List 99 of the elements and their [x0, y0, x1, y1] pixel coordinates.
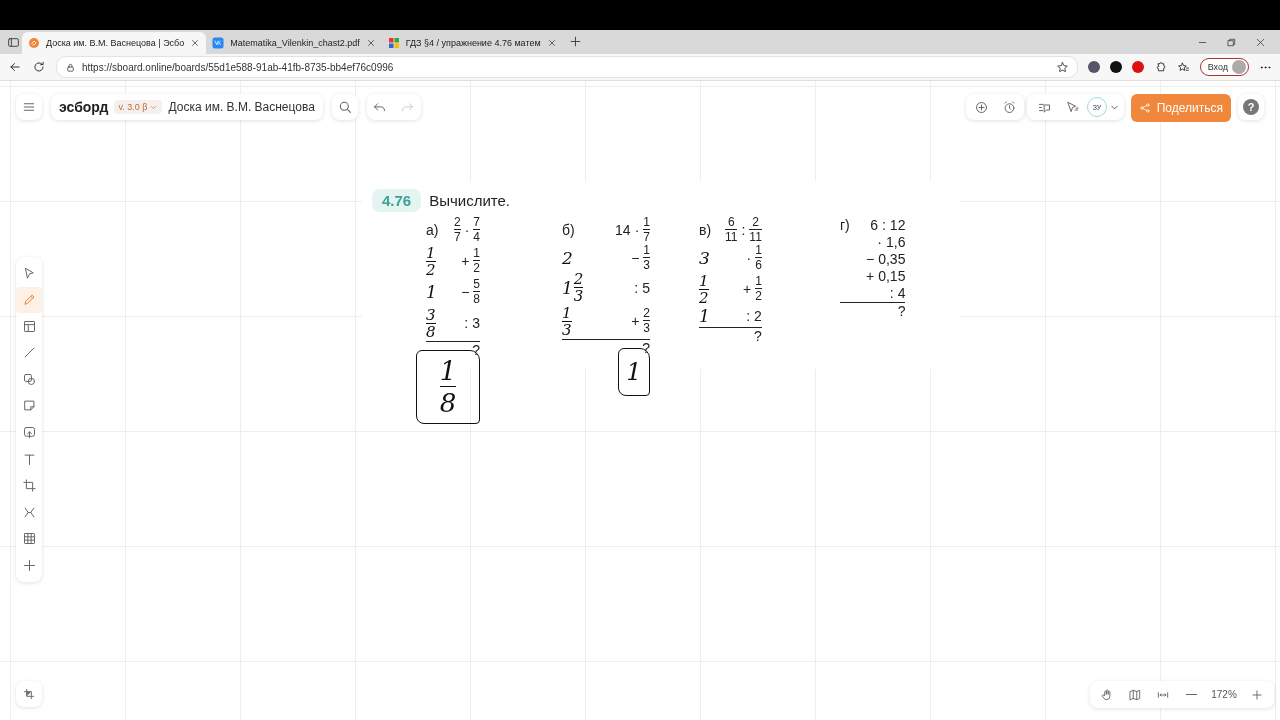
item-label: в) — [699, 222, 713, 238]
close-icon[interactable] — [365, 38, 376, 48]
operator: · — [746, 250, 752, 266]
help-button[interactable]: ? — [1243, 99, 1259, 115]
operator: : — [464, 315, 469, 331]
shapes-icon — [21, 371, 37, 387]
sidebar-icon[interactable] — [6, 35, 20, 49]
vk-logo-icon — [212, 37, 225, 49]
handwritten-number: 1 — [699, 306, 710, 326]
item-label: б) — [562, 222, 576, 238]
extension-icon[interactable] — [1087, 61, 1100, 73]
operator: · — [634, 222, 640, 238]
operator: + — [461, 253, 470, 269]
sticky-note-icon — [21, 398, 37, 414]
extension-icon[interactable] — [1109, 61, 1122, 73]
operator: − — [631, 250, 640, 266]
handwritten-fraction: 1 3 — [562, 306, 572, 338]
operator: + — [742, 281, 752, 297]
tab-title: Matematika_Vilenkin_chast2.pdf — [230, 38, 360, 48]
handwritten-number: 3 — [699, 248, 710, 268]
version-badge[interactable]: v. 3.0 β — [114, 100, 163, 114]
operator: · — [464, 222, 470, 238]
fraction: 1 3 — [643, 244, 650, 272]
number: 1,6 — [885, 233, 906, 250]
browser-tab[interactable]: ГДЗ §4 / упражнение 4.76 матем — [381, 32, 563, 54]
operator: · — [877, 233, 882, 250]
fraction: 2 7 — [453, 216, 461, 244]
handwritten-number: 2 — [562, 248, 573, 268]
number: 3 — [472, 315, 480, 331]
minus-icon — [1185, 693, 1197, 696]
fraction: 2 3 — [643, 307, 650, 335]
handwritten-fraction: 1 2 — [699, 274, 709, 306]
frame-icon — [21, 478, 37, 494]
restore-icon[interactable] — [1226, 36, 1237, 48]
exercise-number: 4.76 — [372, 189, 422, 212]
zoom-level: 172% — [1210, 689, 1238, 700]
star-icon[interactable] — [1055, 60, 1069, 74]
handwritten-fraction: 3 8 — [426, 308, 436, 340]
colorful-squares-icon — [387, 37, 400, 49]
address-bar[interactable]: https://sboard.online/boards/55d1e588-91ab-41fb-8735-bb4ef76c0996 — [56, 56, 1078, 78]
sign-in-button[interactable]: Вход — [1199, 58, 1249, 76]
map-icon — [1128, 687, 1142, 702]
board-title: Доска им. В.М. Васнецова — [167, 100, 316, 114]
sboard-logo-icon — [28, 37, 40, 49]
lock-icon — [65, 61, 76, 73]
operator: + — [866, 267, 875, 284]
number: 12 — [889, 216, 906, 233]
number: 14 — [615, 222, 631, 238]
close-icon[interactable] — [1255, 36, 1266, 48]
fraction: 1 6 — [755, 244, 762, 272]
item-label: г) — [840, 216, 851, 233]
fraction: 7 4 — [473, 216, 480, 244]
fraction: 5 8 — [473, 278, 480, 306]
fraction: 6 11 — [725, 216, 738, 244]
table-icon — [21, 531, 37, 547]
operator: : — [889, 284, 894, 301]
number: 0,35 — [878, 250, 906, 267]
number: 6 — [870, 216, 878, 233]
number: 4 — [897, 284, 906, 301]
pointer-icon — [1064, 99, 1080, 115]
result-mark: ? — [897, 303, 906, 319]
fraction: 1 2 — [755, 275, 762, 303]
tab-title: ГДЗ §4 / упражнение 4.76 матем — [405, 38, 541, 48]
upload-icon — [21, 425, 37, 441]
number: 2 — [754, 308, 762, 324]
browser-tab[interactable]: Доска им. В.М. Васнецова | Эсбо — [22, 32, 207, 54]
result-mark: ? — [754, 328, 762, 344]
favorites-icon[interactable] — [1176, 60, 1190, 74]
handwritten-fraction: 1 2 — [426, 246, 436, 278]
operator: : — [634, 280, 639, 296]
plus-circle-icon — [973, 99, 989, 115]
operator: : — [881, 216, 886, 233]
tab-title: Доска им. В.М. Васнецова | Эсбо — [46, 38, 185, 48]
new-tab-icon[interactable] — [568, 34, 582, 48]
back-icon[interactable] — [8, 60, 22, 74]
share-icon — [1139, 100, 1151, 116]
plus-icon — [21, 558, 37, 574]
fraction: 2 11 — [749, 216, 762, 244]
hand-icon — [1100, 687, 1114, 702]
reload-icon[interactable] — [32, 60, 46, 74]
operator: + — [631, 313, 640, 329]
operator: − — [866, 250, 875, 267]
logo-text: эсборд — [58, 99, 110, 115]
fraction: 1 2 — [473, 247, 480, 275]
fraction: 1 7 — [643, 216, 650, 244]
number: 0,15 — [878, 267, 906, 284]
plus-icon — [1250, 687, 1264, 702]
minimap-icon — [22, 687, 36, 701]
number: 5 — [642, 280, 650, 296]
browser-tab[interactable]: Matematika_Vilenkin_chast2.pdf — [206, 32, 382, 54]
operator: : — [741, 222, 746, 238]
operator: : — [746, 308, 751, 324]
handwritten-number: 1 — [426, 282, 437, 302]
item-label: а) — [426, 222, 440, 238]
close-icon[interactable] — [546, 38, 557, 48]
operator: − — [461, 284, 470, 300]
layout-icon — [21, 318, 37, 334]
close-icon[interactable] — [190, 38, 201, 48]
exercise-title: Вычислите. — [429, 192, 511, 209]
